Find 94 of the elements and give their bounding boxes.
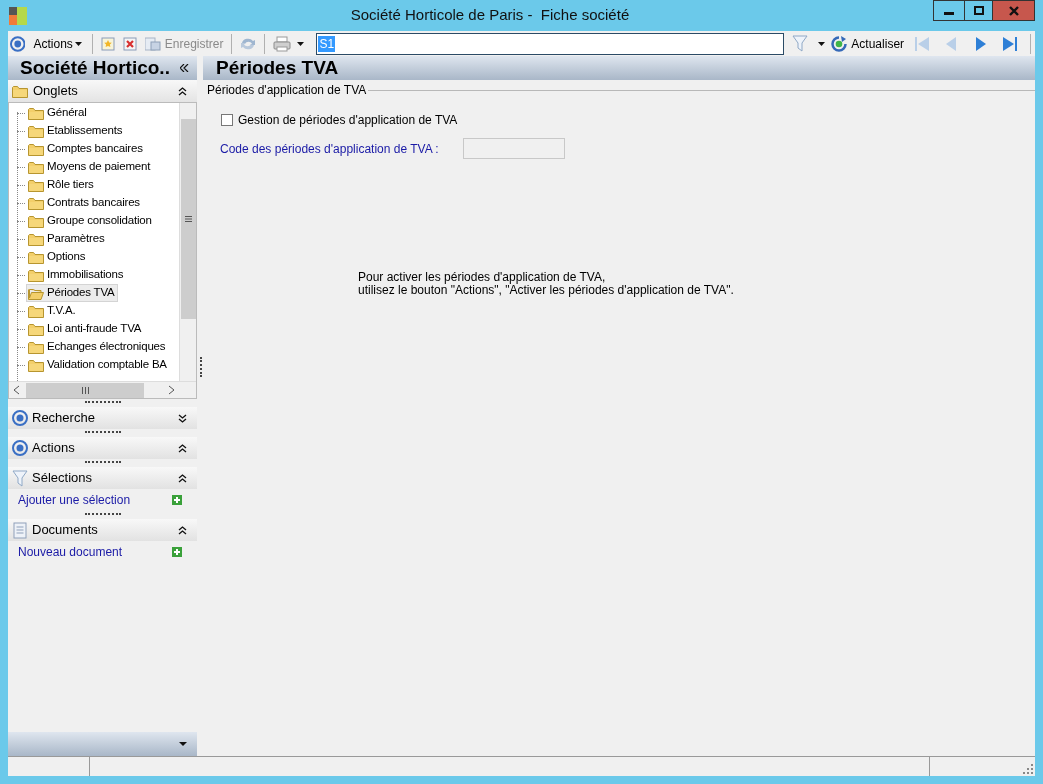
tab-tree-item[interactable]: Rôle tiers: [26, 176, 97, 194]
vertical-scrollbar[interactable]: [179, 103, 196, 381]
delete-icon: [122, 36, 137, 51]
field-label: Code des périodes d'application de TVA :: [220, 140, 440, 158]
caret-icon: [818, 41, 826, 46]
group-title: Périodes d'application de TVA: [206, 82, 368, 99]
collapse-left-icon[interactable]: [180, 64, 189, 72]
app-logo-icon: [9, 6, 27, 25]
caret-icon: [74, 41, 82, 46]
folder-icon: [28, 178, 44, 192]
save-icon: [144, 36, 161, 51]
tab-tree-item[interactable]: Comptes bancaires: [26, 140, 146, 158]
printer-icon: [273, 35, 292, 52]
close-button[interactable]: [992, 0, 1035, 21]
filter-icon: [792, 35, 809, 52]
add-link[interactable]: Nouveau document: [18, 543, 123, 561]
new-document-icon: [100, 36, 115, 51]
tab-tree-item[interactable]: Général: [26, 104, 90, 122]
open-folder-icon: [28, 286, 44, 300]
panel-header[interactable]: Recherche: [8, 407, 197, 429]
tab-tree-item[interactable]: Echanges électroniques: [26, 338, 169, 356]
target-icon[interactable]: [10, 35, 26, 52]
actions-menu-button[interactable]: Actions: [29, 33, 86, 54]
print-button[interactable]: [271, 35, 307, 52]
filter-button[interactable]: [792, 35, 826, 52]
folder-icon: [28, 250, 44, 264]
minimize-button[interactable]: [933, 0, 965, 21]
refresh-icon: [831, 35, 848, 52]
tab-tree-item[interactable]: Loi anti-fraude TVA: [26, 320, 145, 338]
panel-title: Actions: [32, 439, 75, 458]
delete-button[interactable]: [120, 34, 139, 53]
tabs-panel-header[interactable]: Onglets: [8, 80, 197, 102]
refresh-button[interactable]: Actualiser: [829, 34, 907, 53]
tab-tree-item[interactable]: Validation comptable BA: [26, 356, 170, 374]
search-field-value: S1: [318, 35, 336, 52]
page-title: Périodes TVA: [216, 55, 339, 80]
collapse-icon[interactable]: [178, 443, 187, 453]
skip-start-icon: [914, 34, 932, 53]
folder-icon: [28, 196, 44, 210]
folder-icon: [28, 160, 44, 174]
close-icon: [1008, 5, 1019, 16]
splitter-grip[interactable]: [200, 357, 203, 377]
folder-icon: [28, 340, 44, 354]
folder-icon: [28, 106, 44, 120]
grip-icon: [81, 386, 89, 394]
folder-icon: [28, 142, 44, 156]
tab-tree-item[interactable]: T.V.A.: [26, 302, 79, 320]
skip-end-icon: [1001, 34, 1019, 53]
tab-tree-item[interactable]: Contrats bancaires: [26, 194, 143, 212]
tab-tree-item[interactable]: Immobilisations: [26, 266, 127, 284]
folder-icon: [28, 304, 44, 318]
plus-icon[interactable]: [172, 495, 182, 505]
folder-icon: [28, 232, 44, 246]
folder-icon: [28, 268, 44, 282]
tabs-panel-title: Onglets: [33, 82, 78, 101]
panel-header[interactable]: Documents: [8, 519, 197, 541]
panel-header[interactable]: Actions: [8, 437, 197, 459]
plus-icon[interactable]: [172, 547, 182, 557]
panel-header[interactable]: Sélections: [8, 467, 197, 489]
folder-icon: [28, 322, 44, 336]
panel-title: Recherche: [32, 409, 95, 428]
checkbox-label: Gestion de périodes d'application de TVA: [238, 112, 458, 129]
folder-icon: [28, 358, 44, 372]
tab-tree-item[interactable]: Groupe consolidation: [26, 212, 155, 230]
expand-icon[interactable]: [178, 413, 187, 423]
info-message: Pour activer les périodes d'application de TVA, utilisez le bouton "Actions", "Activer les périodes d'application de TVA".: [358, 271, 735, 297]
collapse-icon[interactable]: [178, 86, 187, 96]
folder-icon: [12, 84, 28, 98]
tab-tree-item[interactable]: Paramètres: [26, 230, 108, 248]
minimize-icon: [944, 12, 954, 15]
panel-title: Sélections: [32, 469, 92, 488]
horizontal-scrollbar[interactable]: [9, 381, 196, 398]
tab-tree-item[interactable]: Moyens de paiement: [26, 158, 154, 176]
tab-tree-item[interactable]: Options: [26, 248, 89, 266]
collapse-icon[interactable]: [178, 473, 187, 483]
target-icon: [12, 409, 28, 427]
maximize-icon: [973, 6, 984, 15]
caret-icon: [179, 742, 187, 746]
target-icon: [12, 439, 28, 457]
folder-icon: [28, 124, 44, 138]
filter-icon: [12, 469, 28, 487]
grip-icon: [184, 216, 192, 222]
window-title: Société Horticole de Paris - Fiche société: [349, 5, 631, 26]
caret-icon: [297, 41, 305, 46]
folder-icon: [28, 214, 44, 228]
collapse-icon[interactable]: [178, 525, 187, 535]
panel-title: Documents: [32, 521, 98, 540]
tab-tree-item[interactable]: Etablissements: [26, 122, 126, 140]
add-link[interactable]: Ajouter une sélection: [18, 491, 131, 509]
sidebar-title: Société Hortico..: [20, 55, 170, 80]
checkbox[interactable]: [221, 114, 233, 126]
tab-tree-item[interactable]: Périodes TVA: [26, 284, 118, 302]
document-icon: [12, 521, 28, 539]
resize-grip-icon[interactable]: [1023, 764, 1033, 774]
